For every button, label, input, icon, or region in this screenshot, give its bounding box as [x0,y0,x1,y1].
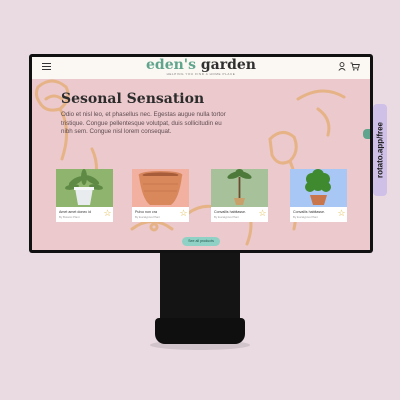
product-image [211,169,268,207]
product-name: Convallis habitasse. [214,210,246,214]
product-card[interactable]: Pulvo non cra By Eucalyptus Plant ☆ [132,169,189,222]
product-image [132,169,189,207]
monitor-stand-neck [160,250,240,322]
watermark-text: rotato.app/free [375,121,385,179]
product-card[interactable]: Convallis habitasse. By Eucalyptus Plant… [211,169,268,222]
hero-title: Sesonal Sensation [61,91,205,107]
product-card[interactable]: Amet amet donec id By Botanic Plant ☆ [56,169,113,222]
product-image [56,169,113,207]
rotato-watermark-tab: rotato.app/free [373,104,387,196]
product-subtitle: By Eucalyptus Plant [214,215,239,219]
product-card[interactable]: Convallis habitasse. By Eucalyptus Plant… [290,169,347,222]
edge-plant-thumbnail [363,129,370,139]
logo-tagline: HELPING YOU FIND A HOME PLACE [166,72,236,76]
product-subtitle: By Eucalyptus Plant [293,215,318,219]
hero-description: Odio et nisl leo, et phasellus nec. Eges… [61,111,226,135]
favorite-star-icon[interactable]: ☆ [103,209,112,218]
monitor-screen: eden's garden HELPING YOU FIND A HOME PL… [32,57,370,250]
site-header: eden's garden HELPING YOU FIND A HOME PL… [32,57,370,79]
product-name: Pulvo non cra [135,210,157,214]
see-all-products-button[interactable]: See all products [182,237,220,246]
product-subtitle: By Eucalyptus Plant [135,215,160,219]
product-image [290,169,347,207]
cart-icon[interactable] [350,62,360,71]
favorite-star-icon[interactable]: ☆ [179,209,188,218]
product-subtitle: By Botanic Plant [59,215,80,219]
logo-word-garden: garden [200,57,256,73]
user-icon[interactable] [338,62,346,71]
favorite-star-icon[interactable]: ☆ [258,209,267,218]
logo-word-edens: eden's [146,57,196,73]
favorite-star-icon[interactable]: ☆ [337,209,346,218]
product-name: Convallis habitasse. [293,210,325,214]
monitor-stand-base [155,318,245,344]
product-name: Amet amet donec id [59,210,91,214]
